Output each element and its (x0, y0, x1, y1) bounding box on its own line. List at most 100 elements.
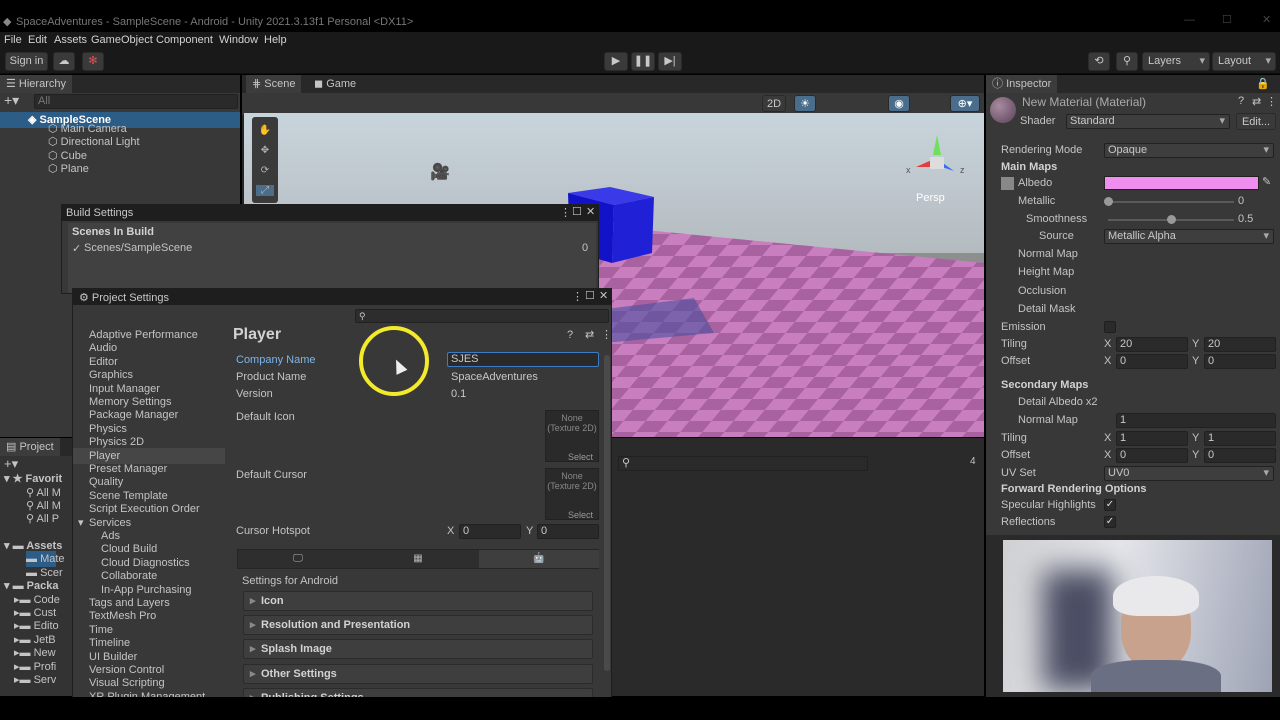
detail-mask-label[interactable]: Detail Mask (1018, 303, 1075, 315)
mode-2d-button[interactable]: 2D (762, 95, 786, 112)
pause-button[interactable]: ❚❚ (631, 52, 655, 71)
sign-in-button[interactable]: Sign in (5, 52, 48, 71)
build-settings-titlebar[interactable]: Build Settings ⋮ ☐ ✕ (62, 205, 598, 221)
tab-standalone-monitor-icon[interactable]: 🖵 (238, 553, 358, 564)
maximize-icon[interactable]: ☐ (585, 289, 595, 302)
smoothness-value[interactable]: 0.5 (1238, 213, 1253, 225)
metallic-slider-handle[interactable] (1104, 197, 1113, 206)
rendering-mode-dropdown[interactable]: Opaque (1104, 143, 1274, 158)
tab-hierarchy[interactable]: ☰ Hierarchy (0, 75, 72, 93)
more-icon[interactable]: ⋮ (560, 206, 571, 219)
preset-icon[interactable]: ⇄ (585, 328, 594, 341)
project-add-icon[interactable]: +▾ (4, 456, 18, 472)
detail-normal-label[interactable]: Normal Map (1018, 414, 1078, 426)
gizmos-icon[interactable]: ⊕▾ (950, 95, 980, 112)
menu-file[interactable]: File (4, 34, 22, 46)
tab-webgl-grid-icon[interactable]: ▦ (358, 553, 478, 564)
rotate-tool-icon[interactable]: ⟳ (256, 165, 274, 176)
tiling-x-field[interactable]: 20 (1116, 337, 1188, 352)
layout-dropdown[interactable]: Layout (1212, 52, 1276, 71)
specular-checkbox[interactable]: ✓ (1104, 499, 1116, 511)
sec-tiling-y-field[interactable]: 1 (1204, 431, 1276, 446)
help-icon[interactable]: ? (567, 329, 573, 341)
collab-icon[interactable]: ✻ (82, 52, 104, 71)
more-icon[interactable]: ⋮ (1266, 95, 1277, 108)
close-icon[interactable]: ✕ (586, 205, 595, 218)
detail-normal-field[interactable]: 1 (1116, 413, 1276, 428)
tab-inspector[interactable]: ⓘ Inspector (986, 75, 1058, 93)
close-icon[interactable]: ✕ (599, 289, 608, 302)
maximize-icon[interactable]: ☐ (1222, 13, 1232, 26)
list-item[interactable]: ▸▬ Serv (14, 672, 56, 688)
product-name-field[interactable]: SpaceAdventures (447, 370, 599, 385)
offset-x-field[interactable]: 0 (1116, 354, 1188, 369)
settings-search-input[interactable]: ⚲ (355, 309, 609, 323)
version-field[interactable]: 0.1 (447, 387, 599, 402)
menu-assets[interactable]: Assets (54, 34, 87, 46)
albedo-color-swatch[interactable] (1104, 176, 1259, 190)
select-cursor-button[interactable]: Select (568, 510, 593, 520)
project-settings-titlebar[interactable]: ⚙ Project Settings ⋮ ☐ ✕ (73, 289, 611, 305)
more-icon[interactable]: ⋮ (601, 328, 611, 341)
help-icon[interactable]: ? (1238, 95, 1244, 107)
scene-check-icon[interactable]: ✓ (72, 242, 81, 255)
more-icon[interactable]: ⋮ (572, 290, 583, 303)
select-icon-button[interactable]: Select (568, 452, 593, 462)
offset-y-field[interactable]: 0 (1204, 354, 1276, 369)
cloud-icon[interactable]: ☁ (53, 52, 75, 71)
list-item[interactable]: ⚲ All P (26, 511, 59, 527)
minimize-icon[interactable]: — (1184, 14, 1195, 26)
metallic-slider[interactable] (1104, 197, 1234, 206)
menu-edit[interactable]: Edit (28, 34, 47, 46)
orientation-gizmo[interactable]: x z (904, 131, 970, 191)
scene-entry[interactable]: Scenes/SampleScene (84, 242, 192, 254)
section-splash[interactable]: Splash Image (243, 639, 593, 659)
hierarchy-item[interactable]: ⬡ Plane (48, 161, 89, 177)
maximize-icon[interactable]: ☐ (572, 205, 582, 218)
tiling-y-field[interactable]: 20 (1204, 337, 1276, 352)
edit-shader-button[interactable]: Edit... (1236, 113, 1276, 130)
menu-component[interactable]: Component (156, 34, 213, 46)
persp-label[interactable]: Persp (916, 192, 945, 204)
search-icon[interactable]: ⚲ (1116, 52, 1138, 71)
menu-help[interactable]: Help (264, 34, 287, 46)
move-tool-icon[interactable]: ✥ (256, 145, 274, 156)
hotspot-x-field[interactable]: 0 (459, 524, 521, 539)
menu-gameobject[interactable]: GameObject (91, 34, 153, 46)
history-icon[interactable]: ⟲ (1088, 52, 1110, 71)
smoothness-slider[interactable] (1108, 215, 1234, 224)
lock-icon[interactable]: 🔒 (1256, 77, 1270, 90)
company-name-field[interactable]: SJES (447, 352, 599, 367)
hand-tool-icon[interactable]: ✋ (256, 125, 274, 136)
section-resolution[interactable]: Resolution and Presentation (243, 615, 593, 635)
normal-map-label[interactable]: Normal Map (1018, 248, 1078, 260)
visibility-icon[interactable]: ◉ (888, 95, 910, 112)
sec-tiling-x-field[interactable]: 1 (1116, 431, 1188, 446)
settings-scrollbar[interactable] (604, 355, 610, 671)
tab-scene[interactable]: ⋕ Scene (246, 75, 302, 93)
console-search-input[interactable]: ⚲ (618, 456, 868, 471)
emission-checkbox[interactable] (1104, 321, 1116, 333)
detail-albedo-label[interactable]: Detail Albedo x2 (1018, 396, 1098, 408)
albedo-texture-slot[interactable] (1001, 177, 1014, 190)
occlusion-label[interactable]: Occlusion (1018, 285, 1066, 297)
step-button[interactable]: ▶| (658, 52, 682, 71)
shader-dropdown[interactable]: Standard (1066, 114, 1230, 129)
sec-offset-x-field[interactable]: 0 (1116, 448, 1188, 463)
height-map-label[interactable]: Height Map (1018, 266, 1074, 278)
section-other[interactable]: Other Settings (243, 664, 593, 684)
sec-offset-y-field[interactable]: 0 (1204, 448, 1276, 463)
hotspot-y-field[interactable]: 0 (537, 524, 599, 539)
tab-project[interactable]: ▤ Project (0, 438, 60, 456)
menu-window[interactable]: Window (219, 34, 258, 46)
reflections-checkbox[interactable]: ✓ (1104, 516, 1116, 528)
tab-android-icon[interactable]: 🤖 (479, 550, 599, 568)
add-icon[interactable]: +▾ (4, 92, 19, 109)
scale-tool-icon[interactable]: ⤢ (256, 185, 274, 196)
lighting-icon[interactable]: ☀ (794, 95, 816, 112)
eyedropper-icon[interactable]: ✎ (1262, 175, 1271, 188)
close-window-icon[interactable]: ✕ (1262, 13, 1271, 26)
layers-dropdown[interactable]: Layers (1142, 52, 1210, 71)
tab-game[interactable]: ◼ Game (308, 75, 362, 93)
preset-icon[interactable]: ⇄ (1252, 95, 1261, 108)
